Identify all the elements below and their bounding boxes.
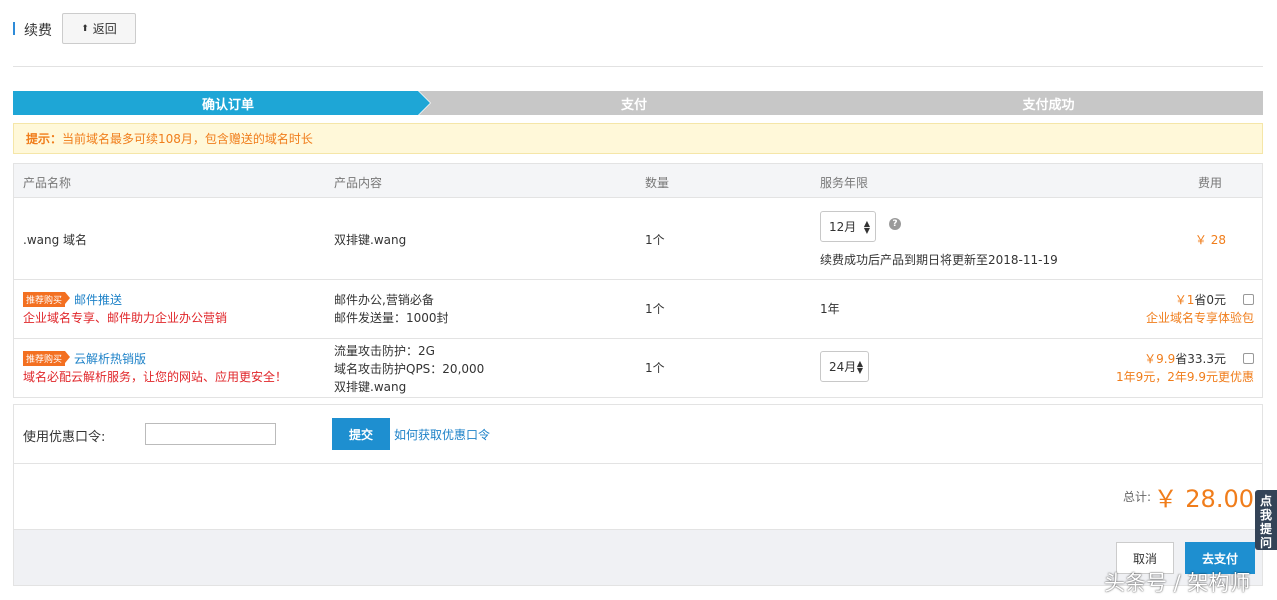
col-fee: 费用 — [1197, 176, 1222, 190]
addon-price: ￥9.9 — [1144, 352, 1176, 366]
term-note: 续费成功后产品到期日将更新至2018-11-19 — [820, 253, 1058, 267]
coupon-section: 使用优惠口令: 提交 如何获取优惠口令 — [13, 404, 1263, 463]
stepper-arrows-icon: ▲ ▼ — [856, 359, 863, 375]
term-select[interactable]: 12月 ▲ ▼ — [820, 211, 876, 242]
col-product-name: 产品名称 — [23, 176, 72, 190]
help-question-icon[interactable]: ? — [889, 218, 901, 230]
addon-saving: 省0元 — [1194, 293, 1226, 307]
total-section: 总计: ￥ 28.00 — [13, 463, 1263, 530]
addon-content-line: 双排键.wang — [334, 380, 407, 394]
total-label: 总计: — [1122, 490, 1151, 504]
addon-link-email-push[interactable]: 邮件推送 — [74, 293, 122, 307]
order-table: 产品名称 产品内容 数量 服务年限 费用 .wang 域名 双排键.wang 1… — [13, 163, 1263, 398]
addon-term-select-value: 24月 — [829, 360, 857, 374]
col-quantity: 数量 — [645, 176, 670, 190]
tip-text: 当前域名最多可续108月，包含赠送的域名时长 — [62, 132, 313, 146]
addon-term: 1年 — [820, 302, 840, 316]
tip-label: 提示： — [26, 132, 63, 146]
renewal-page: 续费 ⬆ 返回 确认订单 支付 支付成功 提示： 当前域名最多可续108月，包含… — [0, 0, 1277, 600]
page-title: 续费 — [24, 23, 52, 39]
addon-link-cloud-dns[interactable]: 云解析热销版 — [74, 352, 146, 366]
addon-content-line: 流量攻击防护：2G — [334, 344, 435, 358]
arrow-up-icon: ⬆ — [81, 23, 89, 34]
product-fee: ￥ 28 — [1194, 233, 1226, 247]
addon-description: 域名必配云解析服务，让您的网站、应用更安全！ — [23, 370, 288, 384]
addon-content-line: 域名攻击防护QPS：20,000 — [334, 362, 485, 376]
ask-question-float-button[interactable]: 点我提问 — [1255, 490, 1277, 550]
recommend-badge: 推荐购买 — [23, 292, 71, 307]
tip-banner: 提示： 当前域名最多可续108月，包含赠送的域名时长 — [13, 123, 1263, 154]
table-header: 产品名称 产品内容 数量 服务年限 费用 — [14, 164, 1262, 198]
stepper-arrows-icon: ▲ ▼ — [863, 219, 870, 235]
addon-description: 企业域名专享、邮件助力企业办公营销 — [23, 311, 228, 325]
addon-title: 推荐购买 邮件推送 — [23, 291, 122, 308]
addon-price-line: ￥9.9省33.3元 — [1144, 350, 1226, 367]
addon-price-line: ￥1省0元 — [1175, 291, 1226, 308]
addon-saving: 省33.3元 — [1175, 352, 1226, 366]
total-value: ￥ 28.00 — [1153, 485, 1254, 513]
addon-content-line: 邮件办公,营销必备 — [334, 293, 434, 307]
coupon-submit-button[interactable]: 提交 — [332, 418, 390, 450]
step-confirm-order: 确认订单 — [13, 91, 430, 115]
title-accent-bar — [13, 22, 15, 35]
product-content: 双排键.wang — [334, 233, 407, 247]
addon-term-select[interactable]: 24月 ▲ ▼ — [820, 351, 869, 382]
table-row: .wang 域名 双排键.wang 1个 12月 ▲ ▼ ? 续费成功后产品到期日… — [14, 198, 1262, 280]
addon-promo: 1年9元，2年9.9元更优惠 — [1116, 370, 1254, 384]
product-name: .wang 域名 — [23, 233, 88, 247]
back-button-label: 返回 — [92, 22, 117, 36]
watermark: 头条号 / 架构师 — [1104, 571, 1251, 595]
action-bar: 取消 去支付 — [13, 530, 1263, 586]
table-row: 推荐购买 云解析热销版 域名必配云解析服务，让您的网站、应用更安全！ 流量攻击防护… — [14, 339, 1262, 397]
col-product-content: 产品内容 — [334, 176, 383, 190]
step-payment: 支付 — [419, 91, 849, 115]
coupon-input[interactable] — [145, 423, 276, 445]
addon-promo: 企业域名专享体验包 — [1145, 311, 1254, 325]
coupon-help-link[interactable]: 如何获取优惠口令 — [394, 426, 490, 443]
addon-price: ￥1 — [1174, 293, 1195, 307]
addon-title: 推荐购买 云解析热销版 — [23, 350, 146, 367]
header-divider — [13, 66, 1263, 67]
recommend-badge: 推荐购买 — [23, 351, 71, 366]
addon-quantity: 1个 — [645, 361, 665, 375]
col-service-term: 服务年限 — [820, 176, 869, 190]
addon-checkbox-email[interactable] — [1243, 294, 1254, 305]
addon-checkbox-dns[interactable] — [1243, 353, 1254, 364]
step-payment-success: 支付成功 — [834, 91, 1263, 115]
coupon-label: 使用优惠口令: — [23, 430, 106, 445]
term-select-value: 12月 — [829, 220, 857, 234]
addon-quantity: 1个 — [645, 302, 665, 316]
table-row: 推荐购买 邮件推送 企业域名专享、邮件助力企业办公营销 邮件办公,营销必备 邮件发… — [14, 280, 1262, 339]
back-button[interactable]: ⬆ 返回 — [62, 13, 136, 44]
progress-steps: 确认订单 支付 支付成功 — [13, 91, 1263, 115]
addon-content-line: 邮件发送量：1000封 — [334, 311, 449, 325]
product-quantity: 1个 — [645, 233, 665, 247]
